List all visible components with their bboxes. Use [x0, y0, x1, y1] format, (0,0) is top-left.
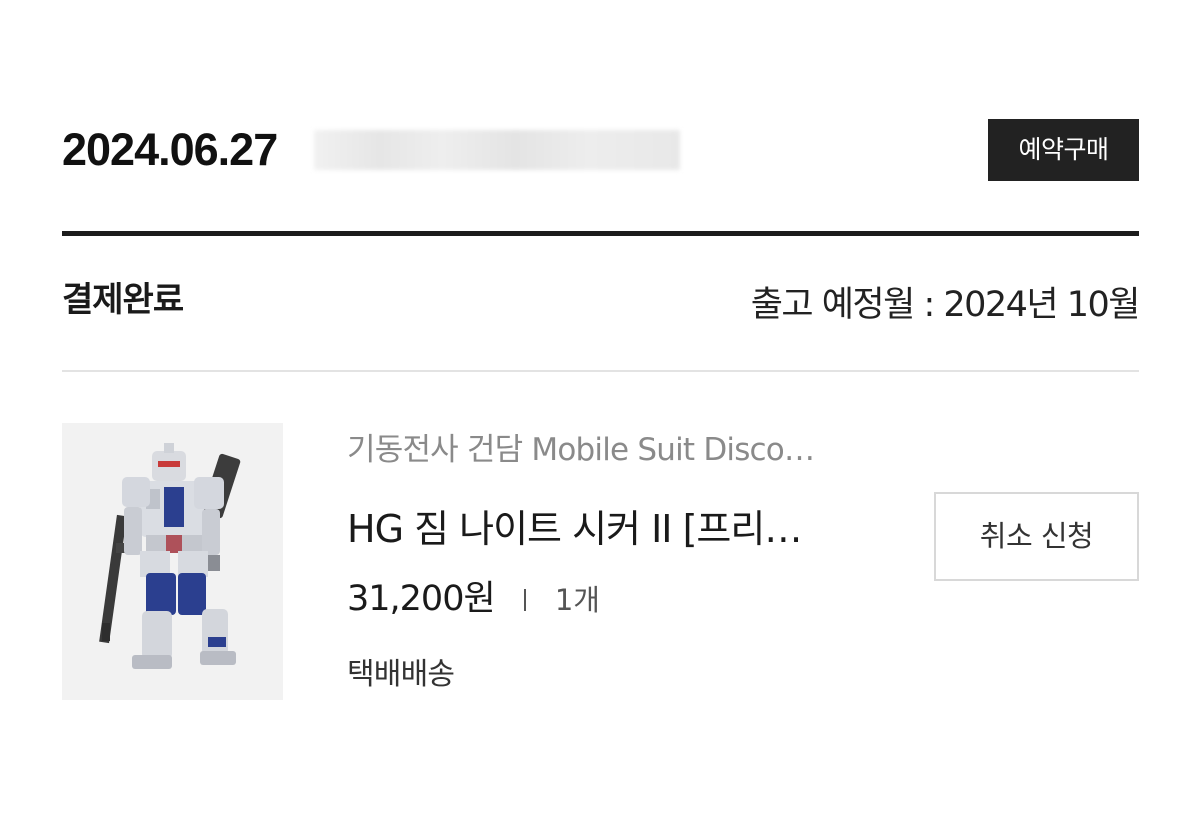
order-status: 결제완료 [62, 280, 184, 320]
status-divider [62, 370, 1139, 372]
shipping-schedule: 출고 예정월 : 2024년 10월 [750, 285, 1141, 325]
cancel-request-button[interactable]: 취소 신청 [934, 492, 1139, 581]
product-thumbnail[interactable] [62, 423, 283, 700]
order-date: 2024.06.27 [62, 124, 278, 175]
order-status-row: 결제완료 출고 예정월 : 2024년 10월 [62, 272, 1141, 332]
product-series[interactable]: 기동전사 건담 Mobile Suit Disco… [347, 428, 867, 472]
price-row: 31,200원 1개 [347, 574, 600, 624]
order-card: 2024.06.27 예약구매 결제완료 출고 예정월 : 2024년 10월 [62, 0, 1141, 834]
product-price: 31,200원 [347, 579, 496, 619]
product-quantity: 1개 [554, 583, 600, 617]
order-number-redacted [314, 130, 680, 170]
reservation-badge: 예약구매 [988, 119, 1139, 181]
order-header: 2024.06.27 예약구매 [62, 118, 1139, 182]
header-divider [62, 231, 1139, 236]
price-separator [523, 589, 526, 611]
product-name[interactable]: HG 짐 나이트 시커 II [프리… [347, 504, 867, 554]
gundam-model-figure-icon [99, 443, 241, 669]
delivery-method: 택배배송 [347, 657, 455, 692]
